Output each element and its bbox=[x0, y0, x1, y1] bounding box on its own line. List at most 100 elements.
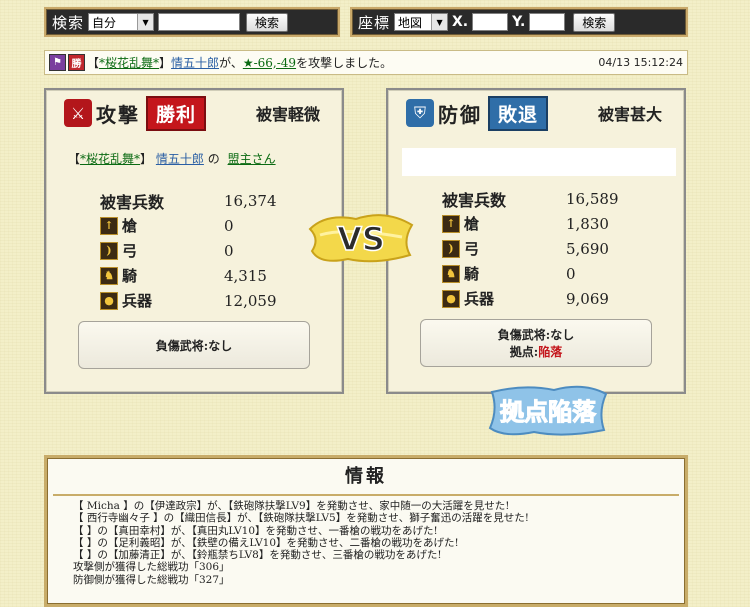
log-line: 【 西行寺幽々子 】の【織田信長】が、【鉄砲隊扶撃LV5】を発動させ、獅子奮迅の… bbox=[73, 512, 529, 525]
stat-row: ↑ 槍 0 bbox=[100, 213, 290, 238]
chevron-down-icon: ▼ bbox=[137, 14, 154, 30]
spear-icon: ↑ bbox=[100, 216, 118, 235]
stat-label: 騎 bbox=[122, 267, 138, 285]
log-line: 【 】の【真田幸村】が、【真田丸LV10】を発動させ、一番槍の戦功をあげた! bbox=[73, 524, 438, 537]
stat-value: 16,374 bbox=[224, 191, 277, 210]
stat-label: 弓 bbox=[122, 242, 138, 260]
stat-row: ↑ 槍 1,830 bbox=[442, 211, 632, 236]
stat-row: ♞ 騎 0 bbox=[442, 261, 632, 286]
player-link[interactable]: 情五十郎 bbox=[171, 54, 219, 71]
base-fallen-stamp: 拠点陥落 bbox=[488, 385, 608, 436]
alliance-link[interactable]: *桜花乱舞* bbox=[99, 54, 159, 71]
attacker-line: 【*桜花乱舞*】 情五十郎 の 盟主さん bbox=[68, 150, 342, 166]
search-button[interactable]: 検索 bbox=[246, 12, 289, 32]
defense-injured-box: 負傷武将:なし 拠点:陥落 bbox=[420, 319, 652, 367]
stat-value: 4,315 bbox=[224, 266, 267, 285]
map-select-value: 地図 bbox=[398, 15, 423, 30]
map-select[interactable]: 地図 ▼ bbox=[394, 13, 449, 31]
coordinate-label: 座標 bbox=[358, 13, 391, 32]
base-status-line: 拠点:陥落 bbox=[510, 343, 562, 360]
siege-weapon-icon: ● bbox=[442, 289, 460, 308]
stat-value: 0 bbox=[224, 216, 234, 235]
stat-value: 5,690 bbox=[566, 239, 609, 258]
x-coordinate-input[interactable] bbox=[472, 13, 509, 31]
attack-damage-level: 被害軽微 bbox=[255, 105, 320, 124]
search-target-select[interactable]: 自分 ▼ bbox=[88, 13, 155, 31]
attack-injured-box: 負傷武将:なし bbox=[78, 321, 310, 369]
stat-value: 9,069 bbox=[566, 289, 609, 308]
attack-panel: ⚔ 攻撃 勝利 被害軽微 【*桜花乱舞*】 情五十郎 の 盟主さん 被害兵数 1… bbox=[44, 88, 344, 394]
y-coordinate-input[interactable] bbox=[529, 13, 566, 31]
stat-value: 0 bbox=[224, 241, 234, 260]
stat-value: 16,589 bbox=[566, 189, 619, 208]
x-label: X. bbox=[452, 14, 469, 30]
defense-damage-level: 被害甚大 bbox=[597, 105, 662, 124]
stat-row: ● 兵器 9,069 bbox=[442, 286, 632, 311]
divider bbox=[53, 494, 679, 496]
info-title: 情報 bbox=[345, 466, 387, 487]
stat-row: ♞ 騎 4,315 bbox=[100, 263, 290, 288]
attack-injured-generals: 負傷武将:なし bbox=[155, 338, 233, 353]
base-status: 陥落 bbox=[538, 345, 563, 359]
vs-emblem: VS bbox=[308, 214, 414, 263]
notice-timestamp: 04/13 15:12:24 bbox=[598, 56, 683, 69]
stat-row: 被害兵数 16,374 bbox=[100, 188, 290, 213]
log-line: 防御側が獲得した総戦功「327」 bbox=[73, 573, 230, 586]
stat-value: 1,830 bbox=[566, 214, 609, 233]
stat-label: 兵器 bbox=[122, 292, 153, 310]
search-input[interactable] bbox=[158, 13, 241, 31]
bracket-open: 【 bbox=[68, 152, 81, 166]
attack-stats: 被害兵数 16,374 ↑ 槍 0 ) 弓 0 ♞ 騎 4,315 ● 兵器 12,05… bbox=[100, 188, 290, 313]
horse-icon: ♞ bbox=[100, 266, 118, 285]
stat-row: ● 兵器 12,059 bbox=[100, 288, 290, 313]
defense-title: 防御 bbox=[438, 102, 482, 127]
chevron-down-icon: ▼ bbox=[431, 14, 448, 30]
log-line: 【 】の【足利義昭】が、【鉄壁の備えLV10】を発動させ、二番槍の戦功をあげた! bbox=[73, 536, 459, 549]
stat-label: 弓 bbox=[464, 240, 480, 258]
attack-result-badge: 勝利 bbox=[146, 95, 207, 131]
stat-label: 槍 bbox=[464, 215, 480, 233]
bracket-close: 】 bbox=[159, 56, 172, 70]
bow-icon: ) bbox=[442, 239, 460, 258]
coordinate-search-button[interactable]: 検索 bbox=[573, 12, 616, 32]
bracket-open: 【 bbox=[87, 56, 100, 70]
siege-weapon-icon: ● bbox=[100, 291, 118, 310]
base-label: 拠点: bbox=[509, 345, 539, 359]
flag-icon: ⚑ bbox=[49, 54, 66, 71]
attacker-player-link[interactable]: 情五十郎 bbox=[156, 152, 204, 166]
defense-result-badge: 敗退 bbox=[488, 95, 549, 131]
shield-icon: ⛨ bbox=[406, 99, 434, 127]
coordinate-search-bar: 座標 地図 ▼ X. Y. 検索 bbox=[350, 7, 688, 37]
notice-text-middle: が、 bbox=[219, 56, 243, 70]
stat-label: 兵器 bbox=[464, 290, 495, 308]
possessive: の bbox=[207, 152, 220, 166]
stat-row: 被害兵数 16,589 bbox=[442, 186, 632, 211]
battle-notice: ⚑ 勝 【 *桜花乱舞* 】 情五十郎 が、 ★-66,-49 を攻撃しました。… bbox=[44, 50, 688, 75]
victory-badge: 勝 bbox=[68, 54, 85, 71]
stat-row: ) 弓 0 bbox=[100, 238, 290, 263]
stat-label: 騎 bbox=[464, 265, 480, 283]
log-line: 攻撃側が獲得した総戦功「306」 bbox=[73, 561, 230, 574]
stat-label: 槍 bbox=[122, 217, 138, 235]
bracket-close: 】 bbox=[140, 152, 153, 166]
search-label: 検索 bbox=[52, 13, 85, 32]
log-line: 【 Micha 】の【伊達政宗】が、【鉄砲隊扶撃LV9】を発動させ、家中随一の大… bbox=[73, 500, 510, 512]
crossed-swords-icon: ⚔ bbox=[64, 99, 92, 127]
battle-log: 【 Micha 】の【伊達政宗】が、【鉄砲隊扶撃LV9】を発動させ、家中随一の大… bbox=[47, 500, 685, 586]
search-bar: 検索 自分 ▼ 検索 bbox=[44, 7, 340, 37]
coordinate-link[interactable]: ★-66,-49 bbox=[243, 56, 296, 70]
spear-icon: ↑ bbox=[442, 214, 460, 233]
stat-value: 12,059 bbox=[224, 291, 277, 310]
defense-injured-generals: 負傷武将:なし bbox=[497, 328, 575, 342]
info-panel: 情報 【 Micha 】の【伊達政宗】が、【鉄砲隊扶撃LV9】を発動させ、家中随… bbox=[44, 455, 688, 607]
defense-panel: ⛨ 防御 敗退 被害甚大 被害兵数 16,589 ↑ 槍 1,830 ) 弓 5,6… bbox=[386, 88, 686, 394]
attacker-alliance-link[interactable]: *桜花乱舞* bbox=[80, 152, 140, 166]
stat-row: ) 弓 5,690 bbox=[442, 236, 632, 261]
defender-name-box bbox=[402, 148, 676, 176]
vs-text: VS bbox=[337, 220, 385, 258]
defense-stats: 被害兵数 16,589 ↑ 槍 1,830 ) 弓 5,690 ♞ 騎 0 ● 兵器 9… bbox=[442, 186, 632, 311]
attacker-general-link[interactable]: 盟主さん bbox=[228, 152, 276, 166]
attack-title: 攻撃 bbox=[96, 102, 140, 127]
stat-label: 被害兵数 bbox=[100, 192, 165, 212]
horse-icon: ♞ bbox=[442, 264, 460, 283]
